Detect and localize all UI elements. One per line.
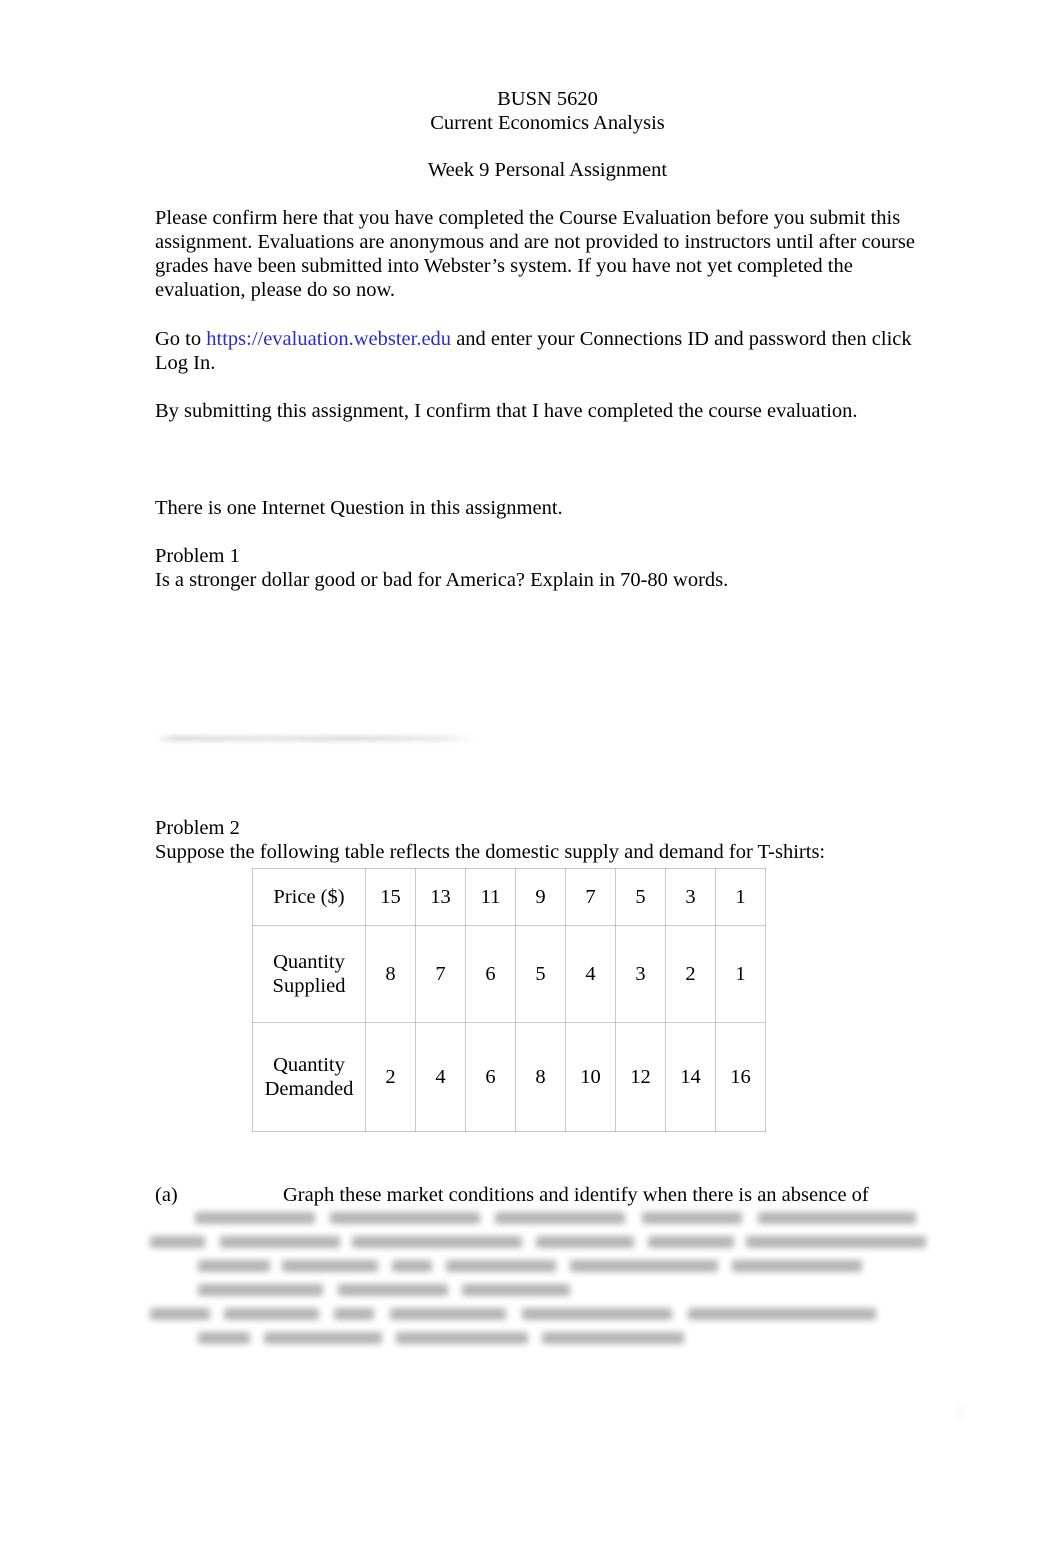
quantity-demanded-cell: 10 — [565, 1022, 616, 1132]
paragraph-gap-6 — [155, 520, 940, 544]
problem-2-part-a: (a) Graph these market conditions and ide… — [155, 1183, 945, 1207]
goto-prefix: Go to — [155, 327, 207, 350]
paragraph-gap-3 — [155, 423, 940, 447]
document-page: BUSN 5620 Current Economics Analysis Wee… — [0, 0, 1062, 1561]
quantity-demanded-cell: 16 — [715, 1022, 766, 1132]
table-row: Quantity Demanded 2 4 6 8 10 12 14 16 — [252, 1022, 766, 1132]
subtitle-spacer — [155, 183, 940, 206]
row-label-quantity-supplied: Quantity Supplied — [252, 925, 366, 1023]
part-a-marker: (a) — [155, 1184, 178, 1206]
redacted-answer-part-a — [150, 1208, 930, 1348]
quantity-supplied-cell: 4 — [565, 925, 616, 1023]
redacted-answer-problem1 — [155, 736, 475, 741]
paragraph-gap-2 — [155, 375, 940, 399]
quantity-supplied-cell: 7 — [415, 925, 466, 1023]
problem-1-prompt: Is a stronger dollar good or bad for Ame… — [155, 569, 729, 592]
quantity-demanded-cell: 6 — [465, 1022, 516, 1132]
course-name: Current Economics Analysis — [430, 111, 665, 134]
paragraph-gap-1 — [155, 302, 940, 326]
supply-demand-table: Price ($) 15 13 11 9 7 5 3 1 Quantity Su… — [252, 868, 766, 1132]
row-label-price: Price ($) — [252, 868, 366, 926]
page-number: 1 — [956, 1400, 966, 1422]
quantity-demanded-cell: 8 — [515, 1022, 566, 1132]
title-spacer — [155, 135, 940, 159]
quantity-demanded-cell: 2 — [365, 1022, 416, 1132]
price-cell: 3 — [665, 868, 716, 926]
supply-demand-table-wrapper: Price ($) 15 13 11 9 7 5 3 1 Quantity Su… — [252, 868, 766, 1132]
quantity-supplied-cell: 8 — [365, 925, 416, 1023]
part-a-text: Graph these market conditions and identi… — [283, 1184, 869, 1206]
price-cell: 5 — [615, 868, 666, 926]
document-title-block: BUSN 5620 Current Economics Analysis — [155, 88, 940, 135]
quantity-supplied-cell: 5 — [515, 925, 566, 1023]
quantity-demanded-cell: 14 — [665, 1022, 716, 1132]
problem-2-prompt: Suppose the following table reflects the… — [155, 841, 826, 864]
document-body: BUSN 5620 Current Economics Analysis Wee… — [155, 88, 940, 593]
goto-link-paragraph: Go to https://evaluation.webster.edu and… — [155, 327, 940, 375]
paragraph-gap-4 — [155, 447, 940, 471]
quantity-supplied-cell: 2 — [665, 925, 716, 1023]
evaluation-instructions-paragraph: Please confirm here that you have comple… — [155, 206, 916, 302]
table-row: Price ($) 15 13 11 9 7 5 3 1 — [252, 868, 766, 926]
internet-question-note: There is one Internet Question in this a… — [155, 496, 563, 519]
table-row: Quantity Supplied 8 7 6 5 4 3 2 1 — [252, 925, 766, 1023]
price-cell: 1 — [715, 868, 766, 926]
price-cell: 11 — [465, 868, 516, 926]
assignment-title: Week 9 Personal Assignment — [427, 159, 668, 181]
quantity-supplied-cell: 3 — [615, 925, 666, 1023]
quantity-supplied-cell: 6 — [465, 925, 516, 1023]
course-code: BUSN 5620 — [497, 88, 598, 110]
price-cell: 13 — [415, 868, 466, 926]
problem-2-block: Problem 2 Suppose the following table re… — [155, 816, 940, 864]
price-cell: 9 — [515, 868, 566, 926]
problem-2-heading: Problem 2 — [155, 817, 240, 839]
price-cell: 7 — [565, 868, 616, 926]
row-label-quantity-demanded: Quantity Demanded — [252, 1022, 366, 1132]
evaluation-link[interactable]: https://evaluation.webster.edu — [206, 328, 451, 350]
quantity-demanded-cell: 12 — [615, 1022, 666, 1132]
problem-1-heading: Problem 1 — [155, 545, 240, 568]
price-cell: 15 — [365, 868, 416, 926]
quantity-supplied-cell: 1 — [715, 925, 766, 1023]
paragraph-gap-5 — [155, 472, 940, 496]
confirmation-paragraph: By submitting this assignment, I confirm… — [155, 400, 858, 423]
quantity-demanded-cell: 4 — [415, 1022, 466, 1132]
